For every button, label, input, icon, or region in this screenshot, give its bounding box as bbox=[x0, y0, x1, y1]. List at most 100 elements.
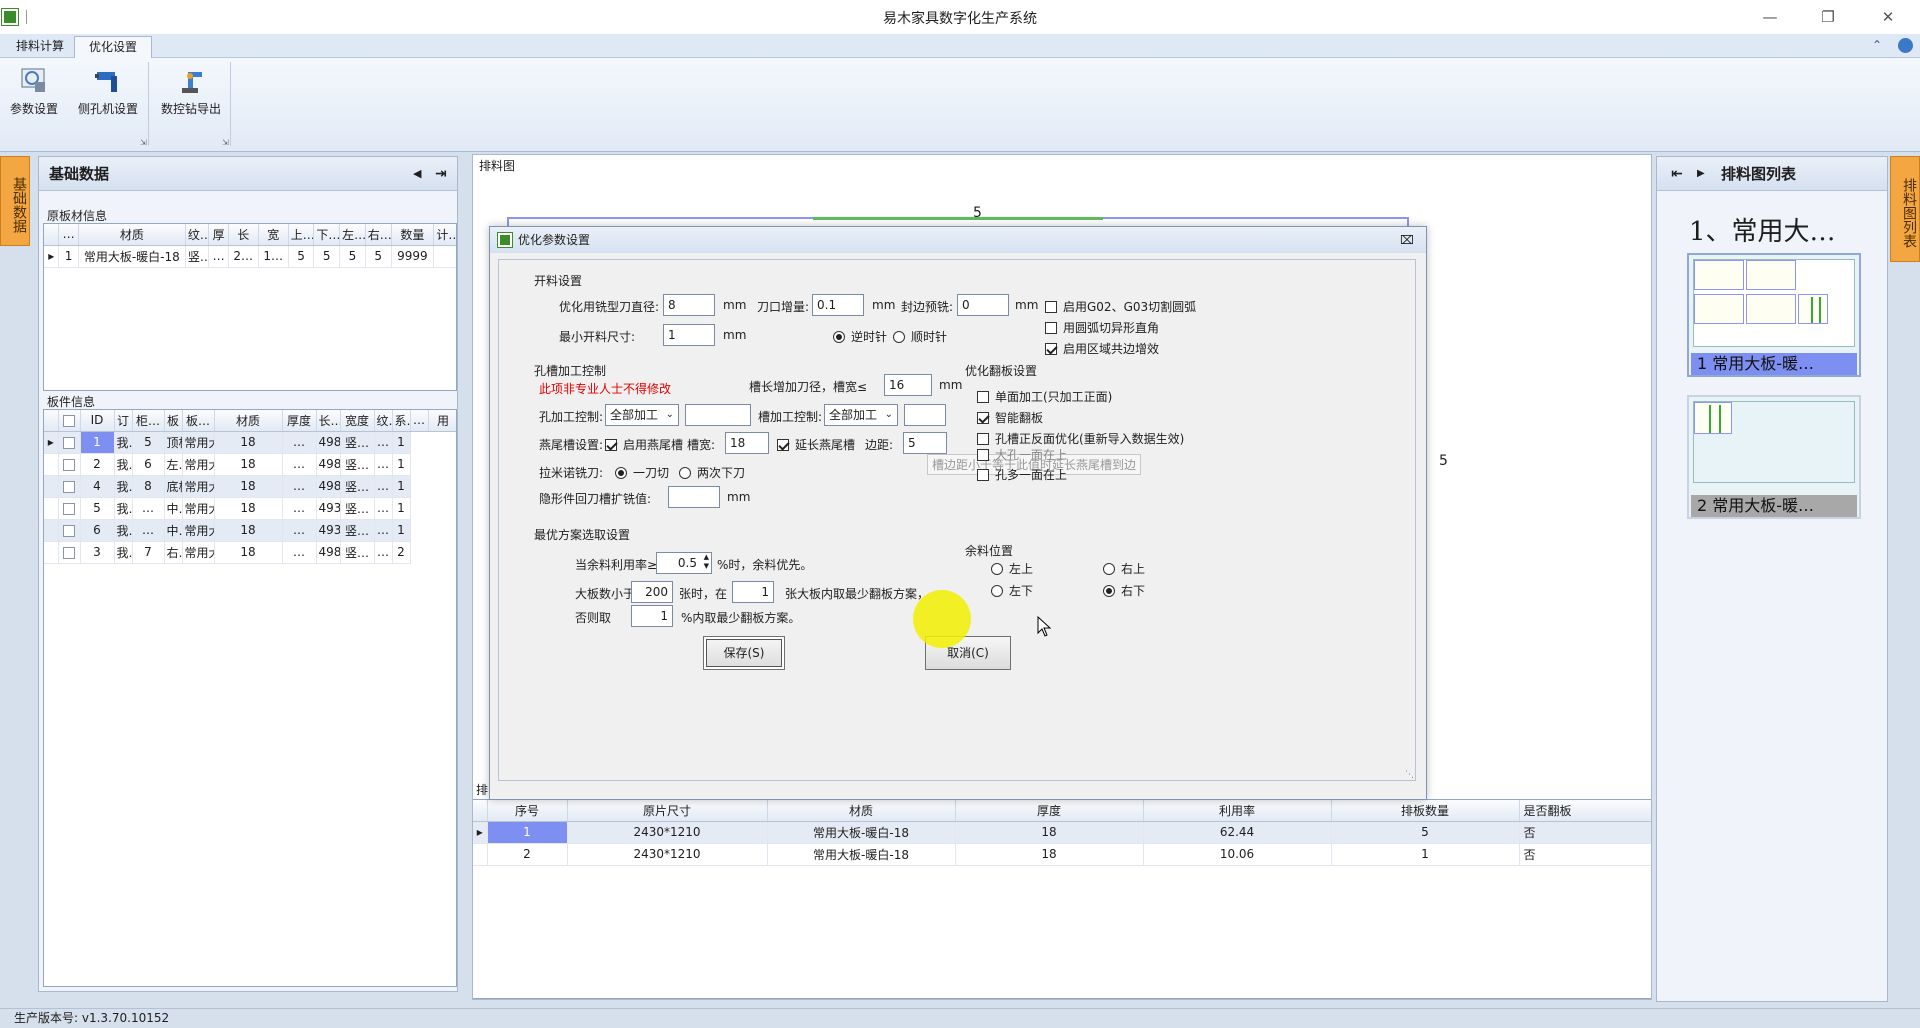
group-launcher-icon[interactable]: ⇲ bbox=[222, 138, 229, 147]
else-input[interactable]: 1 bbox=[631, 605, 673, 627]
column-header[interactable]: 长… bbox=[316, 410, 341, 432]
cnc-export-button[interactable]: 数控钻导出 bbox=[158, 66, 224, 117]
many-hole-up-checkbox[interactable] bbox=[977, 469, 989, 481]
table-row[interactable]: ▸1我…5顶板常用大板…18…498竖……1 bbox=[44, 431, 456, 454]
collapse-ribbon-icon[interactable]: ⌃ bbox=[1872, 38, 1882, 52]
top-right-option[interactable]: 右上 bbox=[1103, 560, 1145, 577]
layout-thumbnail[interactable]: 2 常用大板-暖… bbox=[1687, 395, 1861, 519]
column-header[interactable]: 厚度 bbox=[955, 800, 1144, 822]
column-header[interactable]: 厚度 bbox=[282, 410, 317, 432]
close-button[interactable]: ✕ bbox=[1870, 4, 1906, 30]
column-header[interactable]: 材质 bbox=[78, 224, 186, 246]
column-header[interactable]: 原片尺寸 bbox=[567, 800, 768, 822]
region-option[interactable]: 启用区域共边增效 bbox=[1045, 340, 1159, 357]
dovetail-enable-checkbox[interactable] bbox=[605, 439, 617, 451]
g02-option[interactable]: 启用G02、G03切割圆弧 bbox=[1045, 298, 1196, 315]
top-left-option[interactable]: 左上 bbox=[991, 560, 1033, 577]
sidetab-basic-data[interactable]: 基础数据 bbox=[0, 156, 30, 246]
column-header[interactable]: … bbox=[410, 410, 429, 432]
column-header[interactable]: 宽度 bbox=[340, 410, 375, 432]
column-header[interactable]: 下… bbox=[313, 224, 341, 246]
column-header[interactable]: 系… bbox=[392, 410, 411, 432]
row-checkbox-cell[interactable] bbox=[58, 431, 81, 454]
column-header[interactable]: 订 bbox=[114, 410, 133, 432]
column-header[interactable]: 左… bbox=[339, 224, 366, 246]
result-grid[interactable]: 序号 原片尺寸 材质 厚度 利用率 排板数量 是否翻板 ▸ 1 2430*121… bbox=[473, 799, 1651, 999]
column-header[interactable]: 板… bbox=[182, 410, 215, 432]
column-header[interactable]: 厚 bbox=[208, 224, 229, 246]
single-side-option[interactable]: 单面加工(只加工正面) bbox=[977, 388, 1112, 405]
column-header[interactable]: 数量 bbox=[391, 224, 435, 246]
column-header[interactable]: … bbox=[58, 224, 79, 246]
column-header[interactable] bbox=[58, 410, 81, 432]
arc-checkbox[interactable] bbox=[1045, 322, 1057, 334]
dovetail-enable-option[interactable]: 启用燕尾槽 bbox=[605, 436, 683, 453]
hidden-input[interactable] bbox=[668, 486, 720, 508]
slot-width-input[interactable]: 18 bbox=[725, 432, 769, 454]
edge-input[interactable]: 0 bbox=[957, 294, 1009, 316]
column-header[interactable]: 上… bbox=[288, 224, 315, 246]
spin-arrows-icon[interactable]: ▲ ▼ bbox=[704, 553, 709, 571]
arc-option[interactable]: 用圆弧切异形直角 bbox=[1045, 319, 1159, 336]
resize-grip-icon[interactable]: ⋱ bbox=[1405, 770, 1414, 780]
help-icon[interactable] bbox=[1898, 38, 1913, 53]
big-hole-up-checkbox[interactable] bbox=[977, 449, 989, 461]
select-all-checkbox[interactable] bbox=[63, 414, 75, 427]
ccw-option[interactable]: 逆时针 bbox=[833, 328, 887, 345]
slot-len-input[interactable]: 16 bbox=[884, 374, 932, 396]
row-checkbox-cell[interactable] bbox=[58, 497, 81, 520]
cw-radio[interactable] bbox=[893, 331, 905, 343]
top-right-radio[interactable] bbox=[1103, 563, 1115, 575]
ccw-radio[interactable] bbox=[833, 331, 845, 343]
row-checkbox-cell[interactable] bbox=[58, 453, 81, 476]
extend-dovetail-checkbox[interactable] bbox=[777, 439, 789, 451]
tab-nesting[interactable]: 排料计算 bbox=[2, 36, 78, 58]
column-header[interactable]: 宽 bbox=[258, 224, 289, 246]
minimize-button[interactable]: — bbox=[1752, 4, 1788, 30]
region-checkbox[interactable] bbox=[1045, 343, 1057, 355]
row-checkbox[interactable] bbox=[63, 458, 75, 471]
top-left-radio[interactable] bbox=[991, 563, 1003, 575]
layout-thumbnail[interactable]: 1 常用大板-暖… bbox=[1687, 253, 1861, 377]
mill-dia-input[interactable]: 8 bbox=[663, 294, 715, 316]
param-settings-button[interactable]: 参数设置 bbox=[1, 66, 67, 117]
table-row[interactable]: ▸ 1 常用大板-暖白-18 竖… … 2… 1… 5 5 5 5 9999 bbox=[44, 245, 456, 268]
table-row[interactable]: 5我……中…常用大板…18…493竖……1 bbox=[44, 497, 456, 520]
column-header[interactable]: 纹… bbox=[374, 410, 393, 432]
dialog-close-icon[interactable]: ⌧ bbox=[1400, 227, 1414, 253]
row-checkbox[interactable] bbox=[63, 436, 75, 449]
dock-icon[interactable]: ⇥ bbox=[435, 157, 447, 191]
two-cut-radio[interactable] bbox=[679, 467, 691, 479]
row-checkbox-cell[interactable] bbox=[58, 475, 81, 498]
column-header[interactable]: 板 bbox=[164, 410, 183, 432]
group-launcher-icon[interactable]: ⇲ bbox=[140, 138, 147, 147]
table-row[interactable]: 4我…8底板常用大板…18…498竖……1 bbox=[44, 475, 456, 498]
one-cut-option[interactable]: 一刀切 bbox=[615, 464, 669, 481]
column-header[interactable]: 用 bbox=[428, 410, 456, 432]
row-checkbox-cell[interactable] bbox=[58, 519, 81, 542]
board-range-input[interactable]: 1 bbox=[732, 581, 774, 603]
tab-optimize-settings[interactable]: 优化设置 bbox=[74, 36, 153, 58]
side-hole-settings-button[interactable]: 侧孔机设置 bbox=[75, 66, 141, 117]
column-header[interactable]: 计… bbox=[433, 224, 456, 246]
row-checkbox[interactable] bbox=[63, 546, 75, 559]
column-header[interactable]: 排板数量 bbox=[1331, 800, 1520, 822]
column-header[interactable]: 纹… bbox=[185, 224, 210, 246]
one-cut-radio[interactable] bbox=[615, 467, 627, 479]
min-cut-input[interactable]: 1 bbox=[663, 324, 715, 346]
g02-checkbox[interactable] bbox=[1045, 301, 1057, 313]
undock-icon[interactable]: ⇤ bbox=[1671, 157, 1683, 191]
smart-flip-checkbox[interactable] bbox=[977, 412, 989, 424]
table-row[interactable]: 3我…7右…常用大板…18…498竖……2 bbox=[44, 541, 456, 564]
part-grid[interactable]: ID 订 柜… 板 板… 材质 厚度 长… 宽度 纹… 系… … 用 ▸1我…5… bbox=[43, 409, 457, 987]
table-row[interactable]: 6我……中…常用大板…18…493竖……1 bbox=[44, 519, 456, 542]
two-cut-option[interactable]: 两次下刀 bbox=[679, 464, 745, 481]
bottom-left-radio[interactable] bbox=[991, 585, 1003, 597]
table-row[interactable]: 2 2430*1210 常用大板-暖白-18 18 10.06 1 否 bbox=[473, 843, 1651, 866]
table-row[interactable]: ▸ 1 2430*1210 常用大板-暖白-18 18 62.44 5 否 bbox=[473, 821, 1651, 844]
row-checkbox[interactable] bbox=[63, 480, 75, 493]
bottom-right-radio[interactable] bbox=[1103, 585, 1115, 597]
column-header[interactable]: 序号 bbox=[487, 800, 568, 822]
bottom-left-option[interactable]: 左下 bbox=[991, 582, 1033, 599]
hole-slot-opt-checkbox[interactable] bbox=[977, 433, 989, 445]
